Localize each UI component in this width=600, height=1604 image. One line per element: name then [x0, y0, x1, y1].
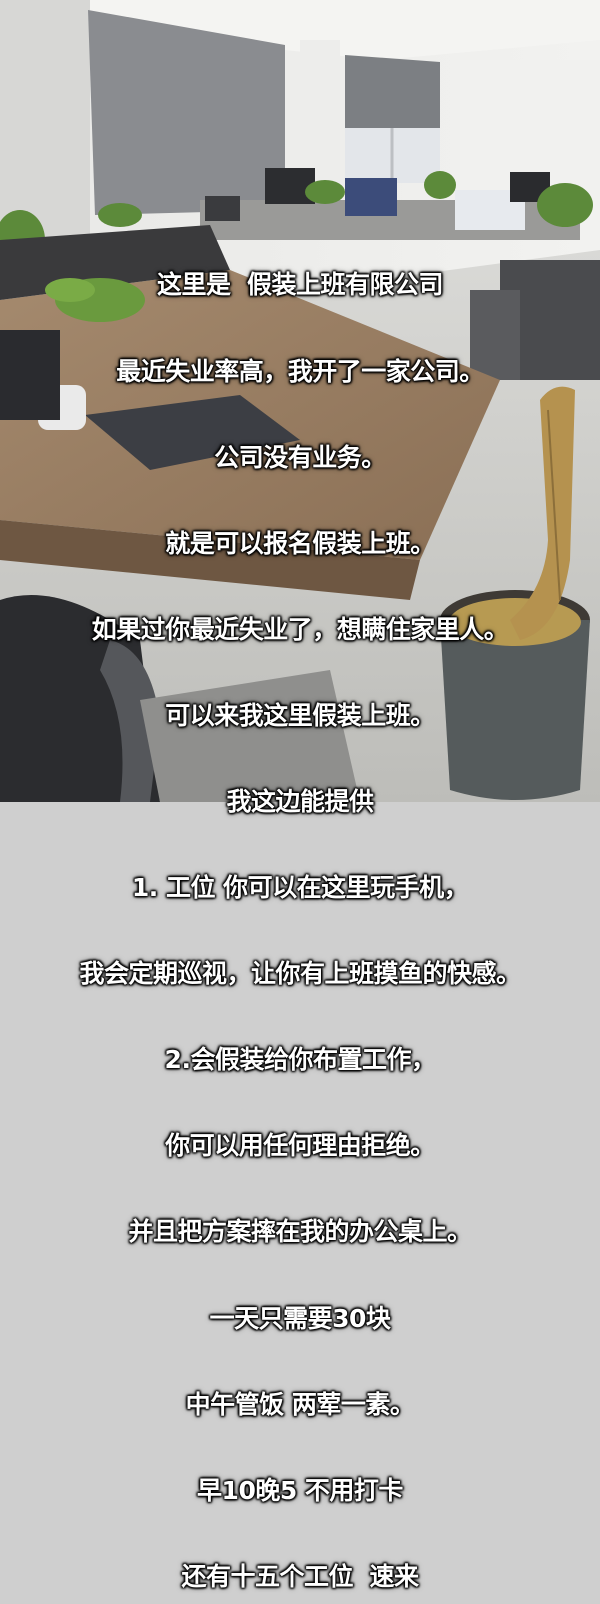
caption-line: 你可以用任何理由拒绝。: [165, 1131, 435, 1161]
caption-line: 2.会假装给你布置工作，: [164, 1045, 436, 1075]
caption-line: 最近失业率高，我开了一家公司。: [116, 356, 484, 386]
window-blind-right: [345, 55, 440, 130]
caption-line: 我这边能提供: [226, 786, 374, 816]
monitor: [345, 178, 397, 216]
caption-line: 早10晚5 不用打卡: [197, 1475, 403, 1505]
caption-line: 还有十五个工位 速来: [181, 1561, 419, 1591]
caption-line: 并且把方案摔在我的办公桌上。: [128, 1217, 472, 1247]
window-blind-left: [88, 10, 285, 215]
caption-line: 就是可以报名假装上班。: [165, 528, 435, 558]
monitor: [265, 168, 315, 204]
caption-line: 中午管饭 两荤一素。: [185, 1389, 415, 1419]
caption-text: 这里是 假装上班有限公司 最近失业率高，我开了一家公司。 公司没有业务。 就是可…: [0, 214, 600, 1604]
caption-line: 1. 工位 你可以在这里玩手机，: [131, 873, 469, 903]
caption-line: 公司没有业务。: [214, 442, 386, 472]
caption-line: 这里是 假装上班有限公司: [157, 270, 443, 300]
caption-line: 如果过你最近失业了，想瞒住家里人。: [91, 614, 509, 644]
caption-line: 可以来我这里假装上班。: [165, 700, 435, 730]
caption-line: 我会定期巡视，让你有上班摸鱼的快感。: [79, 959, 521, 989]
caption-line: 一天只需要30块: [209, 1303, 391, 1333]
